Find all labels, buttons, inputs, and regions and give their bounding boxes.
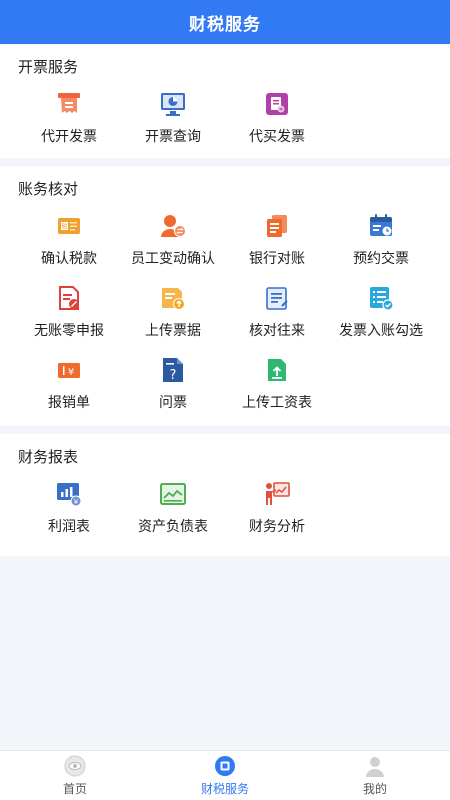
invoice-buy-icon	[266, 93, 288, 115]
item-label: 财务分析	[249, 519, 305, 535]
svg-text:¥: ¥	[74, 498, 79, 506]
item-label: 代买发票	[249, 129, 305, 145]
financial-analysis-icon	[266, 482, 290, 505]
tab-tax-service[interactable]: 财税服务	[150, 751, 300, 800]
tab-label: 我的	[362, 782, 387, 796]
profile-icon	[366, 757, 384, 777]
financial-analysis-button[interactable]: 财务分析	[225, 470, 329, 542]
invoice-buy-button[interactable]: 代买发票	[225, 80, 329, 152]
upload-payroll-button[interactable]: 上传工资表	[225, 346, 329, 418]
item-label: 确认税款	[41, 251, 97, 267]
tab-home[interactable]: 首页	[0, 751, 150, 800]
bank-reconcile-button[interactable]: 银行对账	[225, 202, 329, 274]
zero-declaration-icon	[59, 286, 79, 310]
item-label: 银行对账	[249, 251, 305, 267]
appointment-calendar-icon	[370, 214, 392, 236]
financial-reports-section: 财务报表 ¥ 利润表 资产负债表 财务分析	[0, 434, 450, 556]
item-label: 无账零申报	[34, 323, 104, 339]
item-label: 代开发票	[41, 129, 97, 145]
section-title: 财务报表	[18, 448, 79, 466]
employee-change-icon	[161, 215, 186, 237]
invoice-select-icon	[370, 287, 394, 311]
item-label: 报销单	[48, 395, 90, 411]
item-label: 上传工资表	[242, 395, 312, 411]
balance-sheet-button[interactable]: 资产负债表	[121, 470, 225, 542]
invoice-query-icon	[161, 93, 185, 116]
appointment-button[interactable]: 预约交票	[329, 202, 433, 274]
app-header: 财税服务	[0, 0, 450, 44]
tax-confirm-icon: 税	[58, 218, 80, 234]
invoice-service-section: 开票服务 代开发票 开票查询 代买发票	[0, 44, 450, 158]
svg-text:税: 税	[61, 223, 67, 231]
profit-statement-button[interactable]: ¥ 利润表	[17, 470, 121, 542]
item-label: 发票入账勾选	[339, 323, 423, 339]
accounts-check-section: 账务核对 税 确认税款 员工变动确认 银行对账 预约交票 无账零申报 上传票据 …	[0, 166, 450, 426]
tab-label: 财税服务	[200, 782, 249, 796]
invoice-query-button[interactable]: 开票查询	[121, 80, 225, 152]
ask-invoice-icon: ?	[163, 358, 183, 383]
ask-invoice-button[interactable]: ? 问票	[121, 346, 225, 418]
item-label: 核对往来	[249, 323, 305, 339]
invoice-select-button[interactable]: 发票入账勾选	[329, 274, 433, 346]
invoice-issue-icon	[58, 93, 80, 113]
tab-profile[interactable]: 我的	[300, 751, 450, 800]
page-title: 财税服务	[189, 14, 261, 35]
reimbursement-button[interactable]: ¥ 报销单	[17, 346, 121, 418]
section-title: 开票服务	[18, 58, 79, 76]
item-label: 资产负债表	[138, 519, 208, 535]
svg-text:?: ?	[170, 368, 177, 383]
item-label: 预约交票	[353, 251, 409, 267]
check-accounts-icon	[266, 287, 288, 310]
item-label: 利润表	[48, 519, 90, 535]
reimbursement-icon: ¥	[55, 363, 83, 378]
item-label: 问票	[159, 395, 187, 411]
balance-sheet-icon	[160, 483, 186, 505]
tab-label: 首页	[62, 782, 87, 796]
home-icon	[64, 755, 86, 777]
item-label: 员工变动确认	[131, 251, 215, 267]
tax-confirm-button[interactable]: 税 确认税款	[17, 202, 121, 274]
svg-text:¥: ¥	[68, 367, 74, 378]
item-label: 开票查询	[145, 129, 201, 145]
employee-change-button[interactable]: 员工变动确认	[121, 202, 225, 274]
upload-bill-icon	[162, 288, 185, 310]
item-label: 上传票据	[145, 323, 201, 339]
check-accounts-button[interactable]: 核对往来	[225, 274, 329, 346]
bank-reconcile-icon	[267, 215, 287, 237]
section-title: 账务核对	[18, 180, 79, 198]
upload-bill-button[interactable]: 上传票据	[121, 274, 225, 346]
tax-service-icon	[215, 756, 235, 776]
upload-payroll-icon	[268, 359, 286, 381]
bottom-tab-bar: 首页 财税服务 我的	[0, 750, 450, 800]
invoice-issue-button[interactable]: 代开发票	[17, 80, 121, 152]
profit-chart-icon: ¥	[57, 483, 82, 507]
zero-declaration-button[interactable]: 无账零申报	[17, 274, 121, 346]
